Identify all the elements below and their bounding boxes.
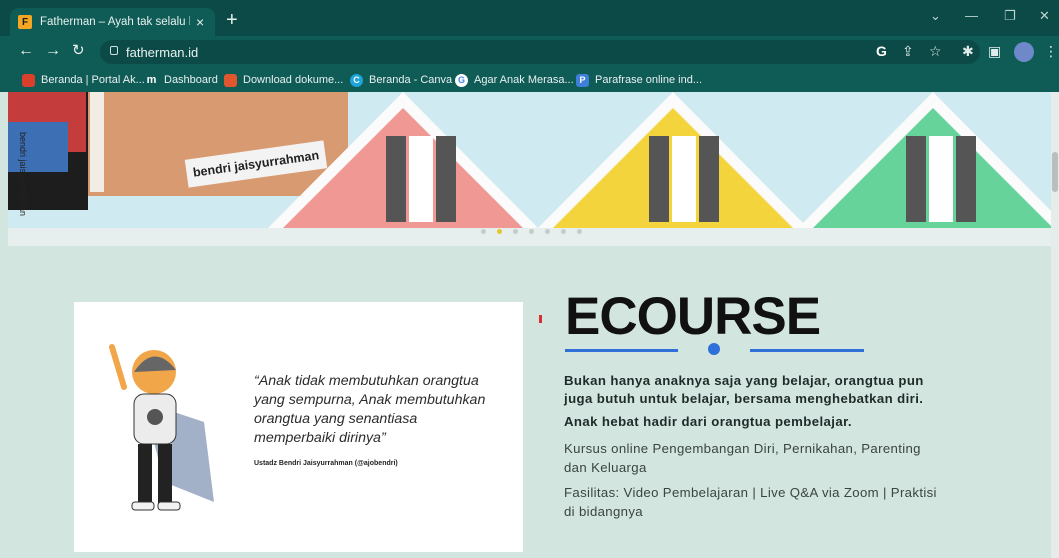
google-lens-icon[interactable]: G [876,43,887,59]
ecourse-heading: ECOURSE [565,287,821,346]
bookmark-item[interactable]: P Parafrase online ind... [576,72,702,88]
houses-illustration [8,92,1052,228]
quote-author: Ustadz Bendri Jaisyurrahman (@ajobendri) [254,460,398,467]
bookmark-label: Dashboard [164,74,218,86]
reload-button[interactable]: ↻ [72,43,85,59]
share-icon[interactable]: ⇪ [902,43,914,59]
web-page: bendri jaisyurrahman bendri jaisyurrahma… [0,92,1059,558]
quote-text: “Anak tidak membutuhkan orangtua yang se… [254,373,486,446]
fatherman-favicon-icon: F [18,15,32,29]
decorative-mark [539,315,542,323]
menu-kebab-icon[interactable]: ⋮ [1044,43,1058,59]
moodle-icon: m [146,74,157,86]
ecourse-intro: Bukan hanya anaknya saja yang belajar, o… [564,373,924,406]
bookmark-item[interactable]: Download dokume... [224,72,343,88]
address-bar[interactable]: fatherman.id [100,40,980,64]
slider-dot[interactable] [513,229,518,234]
bookmark-star-icon[interactable]: ☆ [929,43,942,59]
extensions-icon[interactable]: ✱ [962,43,974,59]
bookmarks-bar: Beranda | Portal Ak... m Dashboard Downl… [0,68,1059,92]
url-text: fatherman.id [126,45,199,60]
ecourse-tagline: Anak hebat hadir dari orangtua pembelaja… [564,414,852,429]
canva-icon: C [350,73,363,87]
book-spine-label: bendri jaisyurrahman [18,132,28,217]
bookmark-label: Beranda | Portal Ak... [41,74,145,86]
bookmark-label: Download dokume... [243,74,344,86]
browser-tab[interactable]: F Fatherman – Ayah tak selalu hadi × [10,8,215,36]
side-panel-icon[interactable]: ▣ [988,43,1001,59]
hero-banner[interactable]: bendri jaisyurrahman bendri jaisyurrahma… [8,92,1052,228]
tab-title: Fatherman – Ayah tak selalu hadi [40,16,190,28]
scrollbar-thumb[interactable] [1052,152,1058,192]
bookmark-label: Agar Anak Merasa... [474,74,574,86]
ecourse-facilities: Fasilitas: Video Pembelajaran | Live Q&A… [564,485,937,519]
tab-bar: F Fatherman – Ayah tak selalu hadi × + ⌄… [0,0,1059,36]
slider-dot[interactable] [529,229,534,234]
new-tab-button[interactable]: + [226,10,238,30]
bookmark-item[interactable]: Beranda | Portal Ak... [22,72,145,88]
quote-card: “Anak tidak membutuhkan orangtua yang se… [74,302,523,552]
restore-button[interactable]: ❐ [1004,8,1016,24]
slider-dot[interactable] [545,229,550,234]
heading-underline-left [565,349,678,352]
document-icon [224,73,237,87]
tab-search-icon[interactable]: ⌄ [930,8,941,24]
bookmark-label: Parafrase online ind... [595,74,703,86]
google-icon: G [455,73,468,87]
back-button[interactable]: ← [18,43,34,59]
slider-dot[interactable] [497,229,502,234]
forward-button[interactable]: → [45,43,61,59]
bookmark-item[interactable]: m Dashboard [145,72,218,88]
slider-dot[interactable] [577,229,582,234]
minimize-button[interactable]: — [965,8,978,23]
page-scrollbar[interactable] [1051,92,1059,558]
heading-underline-dot [708,343,720,355]
slider-dot[interactable] [481,229,486,234]
bookmark-item[interactable]: C Beranda - Canva [350,72,452,88]
browser-toolbar: ← → ↻ fatherman.id G ⇪ ☆ ✱ ▣ ⋮ [0,36,1059,68]
tab-close-icon[interactable]: × [196,14,204,30]
slider-dot[interactable] [561,229,566,234]
bookmark-label: Beranda - Canva [369,74,453,86]
portal-icon [22,73,35,87]
profile-avatar[interactable] [1014,42,1034,62]
lock-icon [110,46,118,55]
superhero-dad-illustration [109,344,214,511]
parafrase-icon: P [576,73,589,87]
heading-underline-right [750,349,864,352]
close-window-button[interactable]: ✕ [1039,8,1050,24]
bookmark-item[interactable]: G Agar Anak Merasa... [455,72,574,88]
ecourse-courses: Kursus online Pengembangan Diri, Pernika… [564,441,921,475]
